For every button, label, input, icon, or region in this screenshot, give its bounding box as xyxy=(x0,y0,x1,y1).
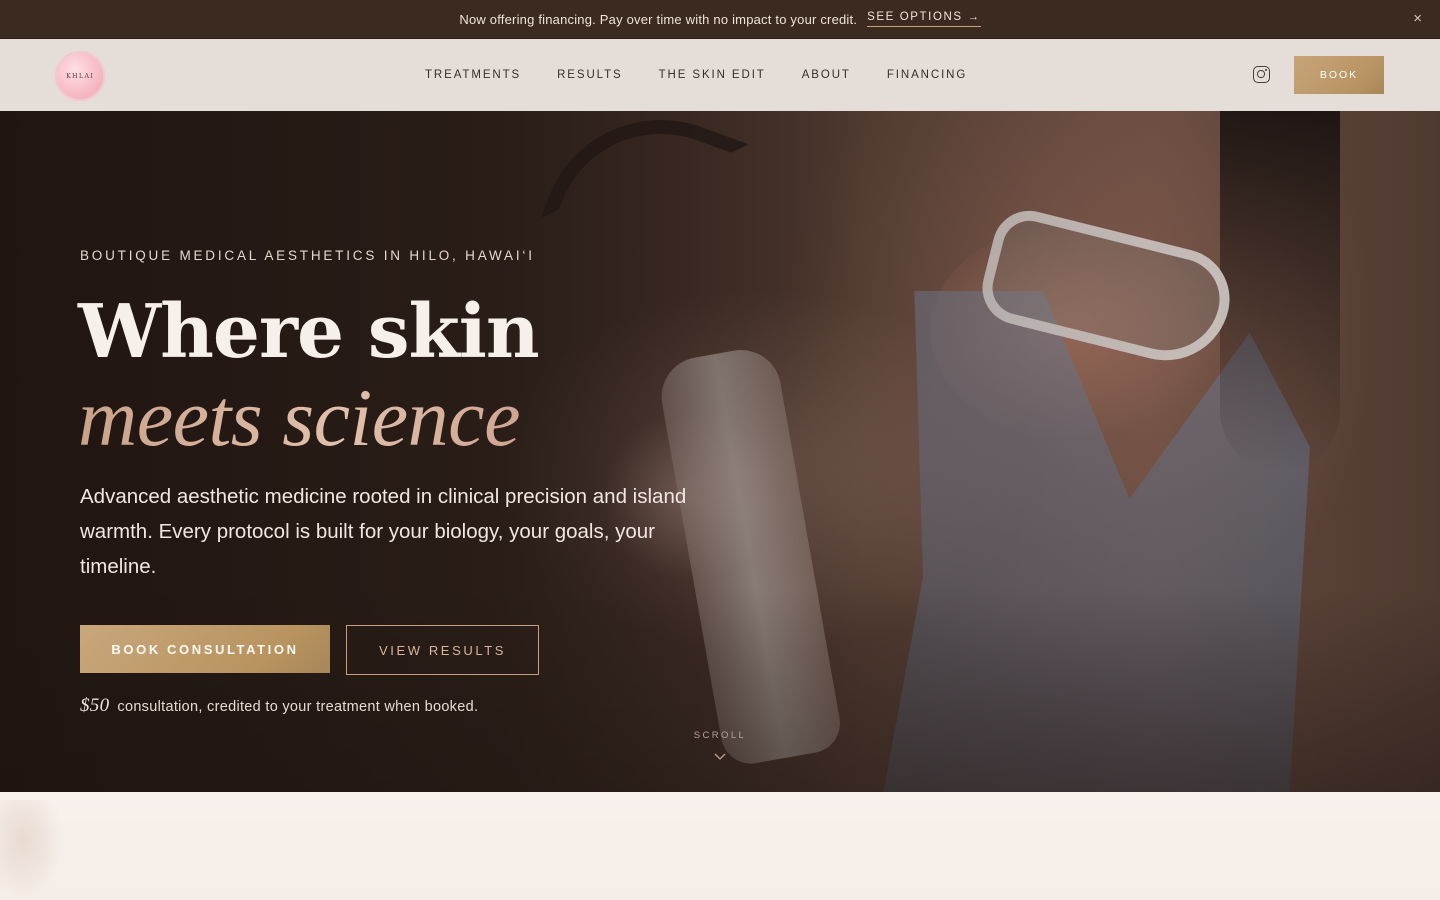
hero-lead: Advanced aesthetic medicine rooted in cl… xyxy=(80,485,687,578)
view-results-button[interactable]: VIEW RESULTS xyxy=(346,625,539,675)
logo-text: KHLAI xyxy=(65,72,95,80)
nav-item-treatments[interactable]: TREATMENTS xyxy=(425,69,521,81)
nav-item-financing[interactable]: FINANCING xyxy=(887,69,967,81)
close-icon[interactable]: × xyxy=(1413,10,1422,27)
consultation-note: $50 consultation, credited to your treat… xyxy=(80,695,478,717)
announcement-bar: Now offering financing. Pay over time wi… xyxy=(0,0,1440,39)
nav-item-about[interactable]: ABOUT xyxy=(802,69,851,81)
hero-headline-line1: Where skin xyxy=(78,289,540,375)
announcement-message: Now offering financing. Pay over time wi… xyxy=(459,11,858,27)
next-section xyxy=(0,792,1440,900)
logo[interactable]: KHLAI xyxy=(55,51,105,101)
main-nav: TREATMENTS RESULTS THE SKIN EDIT ABOUT F… xyxy=(425,39,967,111)
book-consultation-button[interactable]: BOOK CONSULTATION xyxy=(80,625,330,673)
decorative-blob xyxy=(0,800,64,900)
consultation-note-text: consultation, credited to your treatment… xyxy=(117,699,479,715)
consultation-price: $50 xyxy=(80,695,110,716)
nav-item-skin-edit[interactable]: THE SKIN EDIT xyxy=(659,69,766,81)
hero-headline-line2: meets science xyxy=(78,372,520,463)
site-header: KHLAI TREATMENTS RESULTS THE SKIN EDIT A… xyxy=(0,39,1440,111)
hero-section: BOUTIQUE MEDICAL AESTHETICS IN HILO, HAW… xyxy=(0,111,1440,792)
scroll-label: SCROLL xyxy=(693,730,747,741)
chevron-down-icon[interactable] xyxy=(714,751,726,763)
see-options-link[interactable]: SEE OPTIONS → xyxy=(867,11,981,27)
nav-item-results[interactable]: RESULTS xyxy=(557,69,623,81)
hero-eyebrow: BOUTIQUE MEDICAL AESTHETICS IN HILO, HAW… xyxy=(80,248,535,263)
instagram-icon[interactable] xyxy=(1253,66,1270,83)
book-button[interactable]: BOOK xyxy=(1294,56,1384,94)
